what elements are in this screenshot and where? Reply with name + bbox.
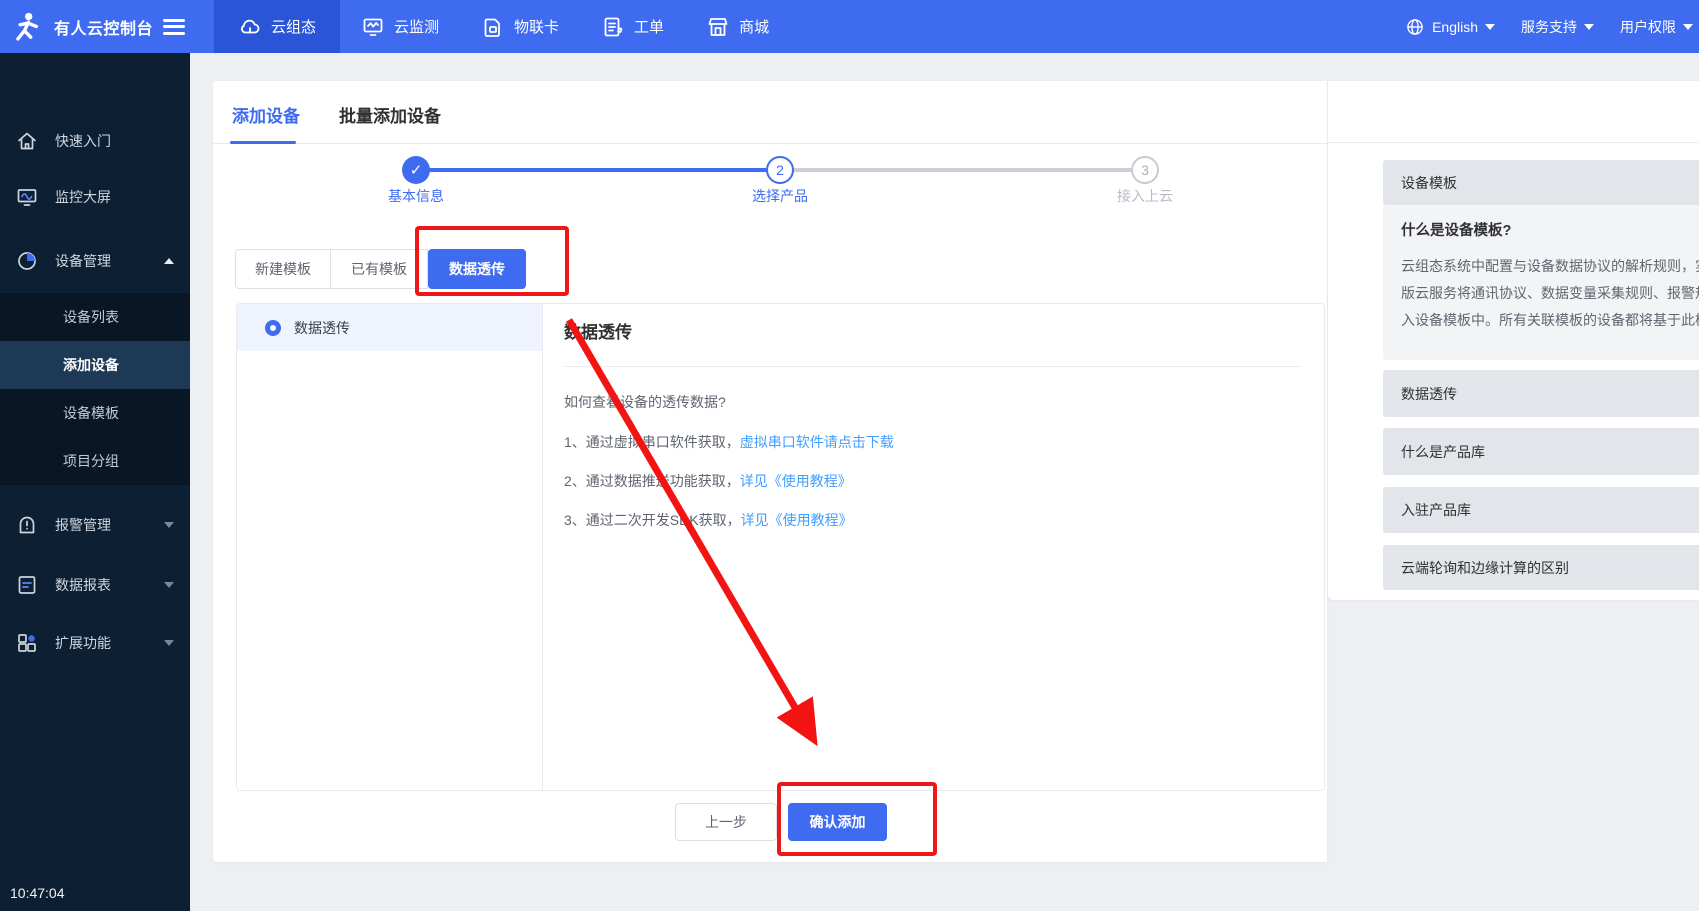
chevron-down-icon <box>1683 24 1693 30</box>
sidebar-item-device-template[interactable]: 设备模板 <box>0 389 190 437</box>
top-navbar: 有人云控制台 云组态 云监测 <box>0 0 1699 53</box>
user-permissions-menu[interactable]: 用户权限 <box>1620 17 1693 37</box>
monitor-icon <box>361 15 385 39</box>
step-1-label: 基本信息 <box>336 186 496 206</box>
sidebar-item-project-group[interactable]: 项目分组 <box>0 437 190 485</box>
sidebar-item-quick-start[interactable]: 快速入门 <box>0 113 190 169</box>
nav-tab-cloud-monitor[interactable]: 云监测 <box>340 0 460 53</box>
globe-icon <box>1405 17 1425 37</box>
brand[interactable]: 有人云控制台 <box>0 0 190 53</box>
confirm-add-button[interactable]: 确认添加 <box>788 803 887 841</box>
sidebar-item-extended-functions[interactable]: 扩展功能 <box>0 615 190 671</box>
usr-person-logo-icon <box>10 10 44 44</box>
language-switcher[interactable]: English <box>1405 17 1495 37</box>
active-tab-underline <box>230 141 296 144</box>
navbar-right: English 服务支持 用户权限 <box>1405 0 1697 53</box>
home-icon <box>15 129 39 153</box>
help-section-what-is-product-library[interactable]: 什么是产品库 <box>1383 428 1699 475</box>
help-section-join-product-library[interactable]: 入驻产品库 <box>1383 487 1699 533</box>
sidebar-item-device-management[interactable]: 设备管理 <box>0 233 190 289</box>
instruction-line: 2、通过数据推送功能获取，详见《使用教程》 <box>564 471 852 491</box>
brand-title: 有人云控制台 <box>54 15 153 39</box>
chevron-down-icon <box>164 522 174 528</box>
tab-batch-add-device[interactable]: 批量添加设备 <box>339 102 441 127</box>
sidebar-item-alarm-management[interactable]: 报警管理 <box>0 497 190 553</box>
sidebar-clock: 10:47:04 <box>10 885 65 901</box>
big-screen-icon <box>15 185 39 209</box>
help-top-strip <box>1328 81 1699 143</box>
help-panel: 设备模板 什么是设备模板? 云组态系统中配置与设备数据协议的解析规则，实 版云服… <box>1327 81 1699 600</box>
detail-pane: 数据透传 如何查看设备的透传数据? 1、通过虚拟串口软件获取，虚拟串口软件请点击… <box>544 304 1324 790</box>
template-existing-button[interactable]: 已有模板 <box>331 249 428 289</box>
radio-checked-icon[interactable] <box>265 320 281 336</box>
cloud-icon <box>238 15 262 39</box>
instruction-line: 3、通过二次开发SDK获取，详见《使用教程》 <box>564 510 853 530</box>
page-tabs: 添加设备 批量添加设备 <box>213 81 1327 144</box>
nav-tab-iot-sim[interactable]: 物联卡 <box>460 0 580 53</box>
navbar-menu: 云组态 云监测 物联卡 <box>214 0 790 53</box>
hamburger-menu-icon[interactable] <box>163 19 185 35</box>
previous-step-button[interactable]: 上一步 <box>675 803 777 841</box>
tab-add-device[interactable]: 添加设备 <box>232 102 300 127</box>
service-support-menu[interactable]: 服务支持 <box>1521 17 1594 37</box>
tutorial-link-data-push[interactable]: 详见《使用教程》 <box>740 473 852 489</box>
device-management-submenu: 设备列表 添加设备 设备模板 项目分组 <box>0 293 190 485</box>
help-section-body: 什么是设备模板? 云组态系统中配置与设备数据协议的解析规则，实 版云服务将通讯协… <box>1383 205 1699 360</box>
detail-title: 数据透传 <box>564 318 632 343</box>
tutorial-link-sdk[interactable]: 详见《使用教程》 <box>741 512 853 528</box>
help-section-data-passthrough[interactable]: 数据透传 <box>1383 370 1699 417</box>
extensions-grid-icon <box>15 631 39 655</box>
template-new-button[interactable]: 新建模板 <box>235 249 331 289</box>
option-data-passthrough[interactable]: 数据透传 <box>237 304 542 351</box>
help-section-cloud-polling-vs-edge[interactable]: 云端轮询和边缘计算的区别 <box>1383 545 1699 590</box>
nav-tab-cloud-scada[interactable]: 云组态 <box>214 0 340 53</box>
nav-tab-mall[interactable]: 商城 <box>685 0 790 53</box>
template-type-group: 新建模板 已有模板 数据透传 <box>235 249 526 289</box>
alarm-bell-icon <box>15 513 39 537</box>
step-3-circle: 3 <box>1131 156 1159 184</box>
store-icon <box>706 15 730 39</box>
chevron-down-icon <box>1584 24 1594 30</box>
left-sidebar: 快速入门 监控大屏 设备管理 设备列表 添加设备 设备模板 项目分组 <box>0 53 190 911</box>
sidebar-item-add-device[interactable]: 添加设备 <box>0 341 190 389</box>
help-body-title: 什么是设备模板? <box>1401 219 1699 240</box>
report-document-icon <box>15 573 39 597</box>
step-3-label: 接入上云 <box>1065 186 1225 206</box>
step-1-circle: ✓ <box>402 156 430 184</box>
title-divider <box>564 366 1302 367</box>
passthrough-content-box: 数据透传 数据透传 如何查看设备的透传数据? 1、通过虚拟串口软件获取，虚拟串口… <box>236 303 1325 791</box>
step-2-circle: 2 <box>766 156 794 184</box>
main-content-card: 添加设备 批量添加设备 ✓ 2 3 基本信息 选择产品 接入上云 新建模板 已有… <box>213 81 1327 862</box>
chevron-up-icon <box>164 258 174 264</box>
template-passthrough-button[interactable]: 数据透传 <box>428 249 526 289</box>
nav-tab-work-order[interactable]: 工单 <box>580 0 685 53</box>
sidebar-item-data-report[interactable]: 数据报表 <box>0 557 190 613</box>
sidebar-item-device-list[interactable]: 设备列表 <box>0 293 190 341</box>
chevron-down-icon <box>164 582 174 588</box>
instruction-line: 1、通过虚拟串口软件获取，虚拟串口软件请点击下载 <box>564 432 894 452</box>
chevron-down-icon <box>164 640 174 646</box>
sidebar-item-monitor-screen[interactable]: 监控大屏 <box>0 169 190 225</box>
option-list-pane: 数据透传 <box>237 304 543 790</box>
stepper-connector-pending <box>793 168 1132 172</box>
sim-card-icon <box>481 15 505 39</box>
chevron-down-icon <box>1485 24 1495 30</box>
help-section-device-template[interactable]: 设备模板 <box>1383 160 1699 205</box>
question-text: 如何查看设备的透传数据? <box>564 392 726 412</box>
download-virtual-serial-link[interactable]: 虚拟串口软件请点击下载 <box>740 434 894 450</box>
device-management-icon <box>15 249 39 273</box>
work-order-icon <box>601 15 625 39</box>
step-2-label: 选择产品 <box>700 186 860 206</box>
stepper-connector-done <box>429 168 767 172</box>
help-body-paragraph: 云组态系统中配置与设备数据协议的解析规则，实 版云服务将通讯协议、数据变量采集规… <box>1401 253 1699 334</box>
